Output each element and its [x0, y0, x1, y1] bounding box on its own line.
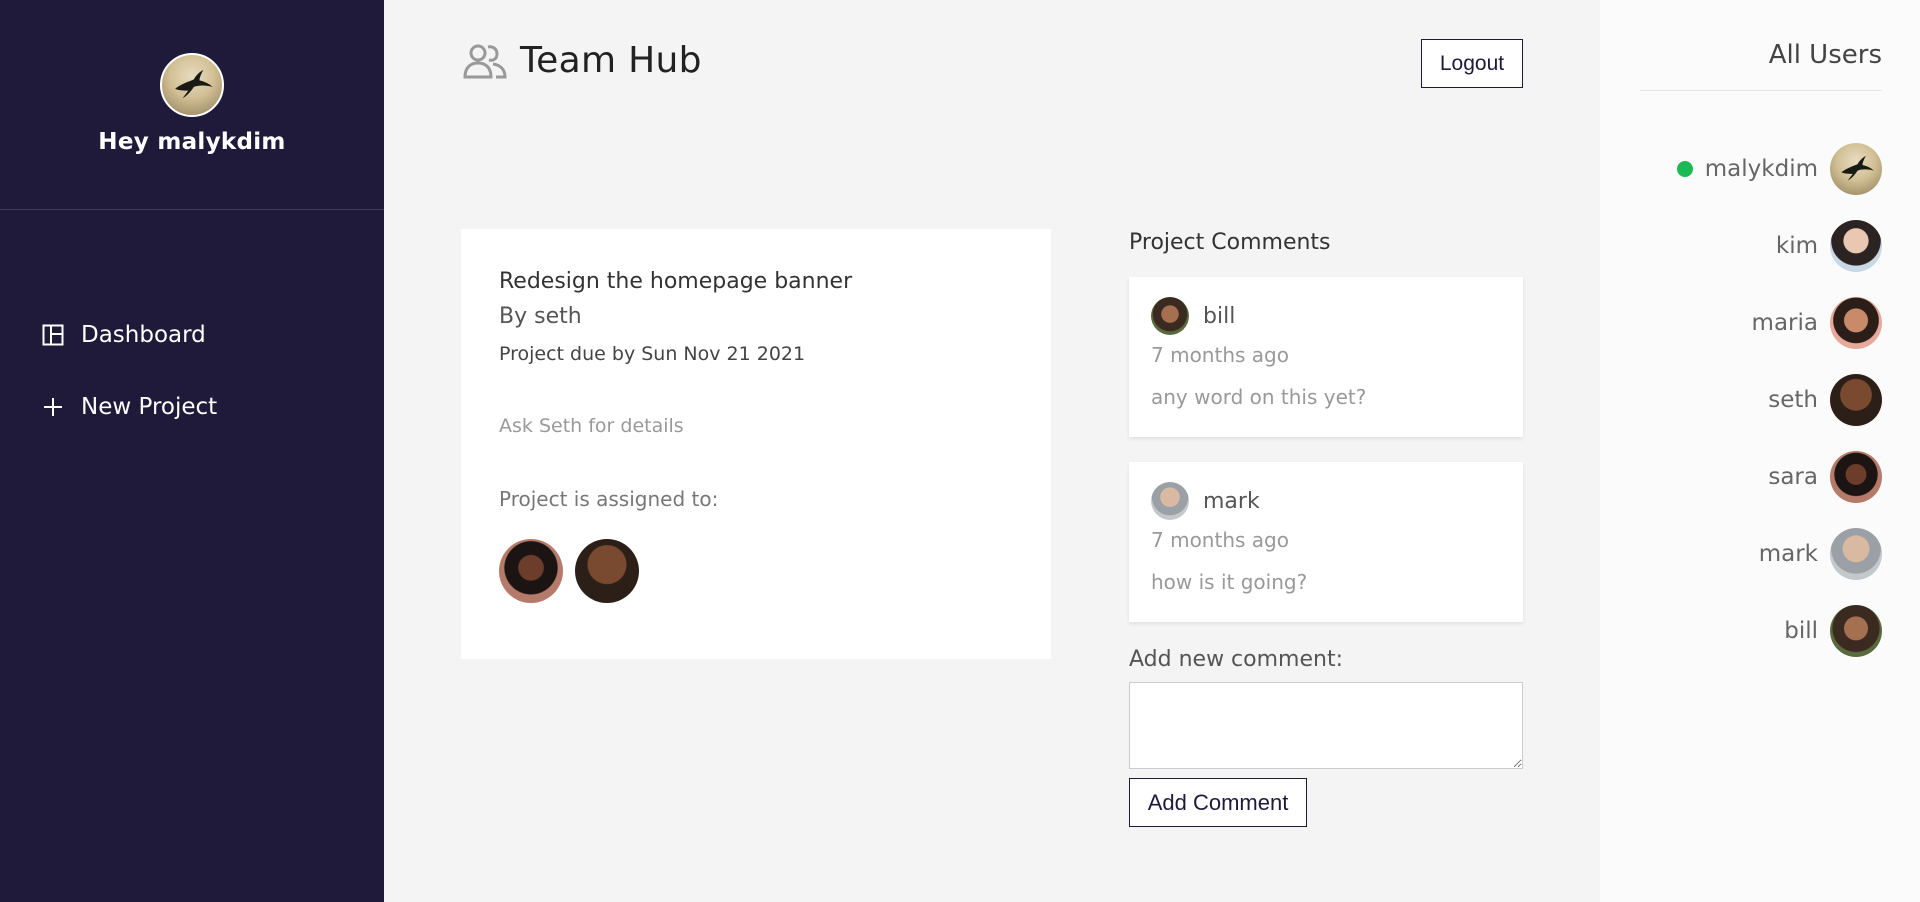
sidebar-item-new-project[interactable]: New Project: [0, 389, 384, 425]
bird-silhouette-icon: [1841, 156, 1874, 181]
dashboard-icon: [41, 323, 65, 347]
comment-textarea[interactable]: [1129, 682, 1523, 769]
avatar-bill: [1830, 605, 1882, 657]
sidebar-item-label: Dashboard: [81, 322, 206, 348]
sidebar-item-label: New Project: [81, 394, 218, 420]
avatar-malykdim: [1830, 143, 1882, 195]
add-comment-button[interactable]: Add Comment: [1129, 778, 1307, 827]
add-comment-label: Add new comment:: [1129, 647, 1343, 672]
user-name: maria: [1751, 310, 1818, 336]
project-details: Ask Seth for details: [499, 415, 684, 437]
user-row-seth[interactable]: seth: [1677, 374, 1882, 426]
avatar-sara[interactable]: [499, 539, 563, 603]
main-content: Team Hub Logout Redesign the homepage ba…: [384, 0, 1600, 902]
avatar-maria: [1830, 297, 1882, 349]
user-row-bill[interactable]: bill: [1677, 605, 1882, 657]
comments-heading: Project Comments: [1129, 230, 1331, 255]
comment-date: 7 months ago: [1151, 343, 1289, 367]
comment-author-name: bill: [1203, 303, 1236, 329]
user-row-sara[interactable]: sara: [1677, 451, 1882, 503]
user-row-malykdim[interactable]: malykdim: [1676, 143, 1882, 195]
avatar-kim: [1830, 220, 1882, 272]
divider: [1640, 90, 1882, 91]
sidebar: Hey malykdim Dashboard New Project: [0, 0, 384, 902]
comment-text: how is it going?: [1151, 570, 1308, 594]
avatar-seth: [1830, 374, 1882, 426]
comment-date: 7 months ago: [1151, 528, 1289, 552]
user-name: seth: [1768, 387, 1818, 413]
avatar-mark: [1830, 528, 1882, 580]
avatar-seth[interactable]: [575, 539, 639, 603]
user-name: bill: [1784, 618, 1818, 644]
sidebar-user: Hey malykdim: [0, 0, 384, 210]
avatar-sara: [1830, 451, 1882, 503]
user-name: mark: [1758, 541, 1818, 567]
logout-button[interactable]: Logout: [1421, 39, 1523, 88]
assigned-label: Project is assigned to:: [499, 487, 719, 511]
users-icon: [462, 41, 508, 81]
comment-item: bill 7 months ago any word on this yet?: [1129, 277, 1523, 437]
user-name: malykdim: [1704, 156, 1818, 182]
comment-item: mark 7 months ago how is it going?: [1129, 462, 1523, 622]
user-name: kim: [1775, 233, 1818, 259]
avatar: [160, 53, 224, 117]
comment-text: any word on this yet?: [1151, 385, 1367, 409]
assignee-list: [499, 539, 1013, 603]
project-due-date: Project due by Sun Nov 21 2021: [499, 343, 806, 365]
page-title: Team Hub: [520, 40, 702, 81]
online-status-dot: [1676, 161, 1693, 177]
project-title: Redesign the homepage banner: [499, 269, 853, 294]
sidebar-item-dashboard[interactable]: Dashboard: [0, 317, 384, 353]
project-author: By seth: [499, 304, 582, 329]
page-header: Team Hub: [462, 40, 702, 81]
comment-author-name: mark: [1203, 488, 1260, 514]
comment-author: mark: [1151, 482, 1501, 520]
user-list: malykdim kim maria seth sara mark bill: [1676, 143, 1882, 682]
avatar-bill: [1151, 297, 1189, 335]
user-row-mark[interactable]: mark: [1677, 528, 1882, 580]
plus-icon: [41, 395, 65, 419]
users-heading: All Users: [1768, 40, 1882, 70]
bird-silhouette-icon: [175, 70, 213, 99]
user-name: sara: [1768, 464, 1818, 490]
sidebar-nav: Dashboard New Project: [0, 210, 384, 425]
project-card: Redesign the homepage banner By seth Pro…: [461, 229, 1051, 659]
comments-panel: Project Comments bill 7 months ago any w…: [1129, 230, 1523, 827]
user-row-maria[interactable]: maria: [1677, 297, 1882, 349]
greeting: Hey malykdim: [98, 129, 286, 155]
comment-author: bill: [1151, 297, 1501, 335]
avatar-mark: [1151, 482, 1189, 520]
users-panel: All Users malykdim kim maria seth sara m…: [1600, 0, 1920, 902]
user-row-kim[interactable]: kim: [1677, 220, 1882, 272]
